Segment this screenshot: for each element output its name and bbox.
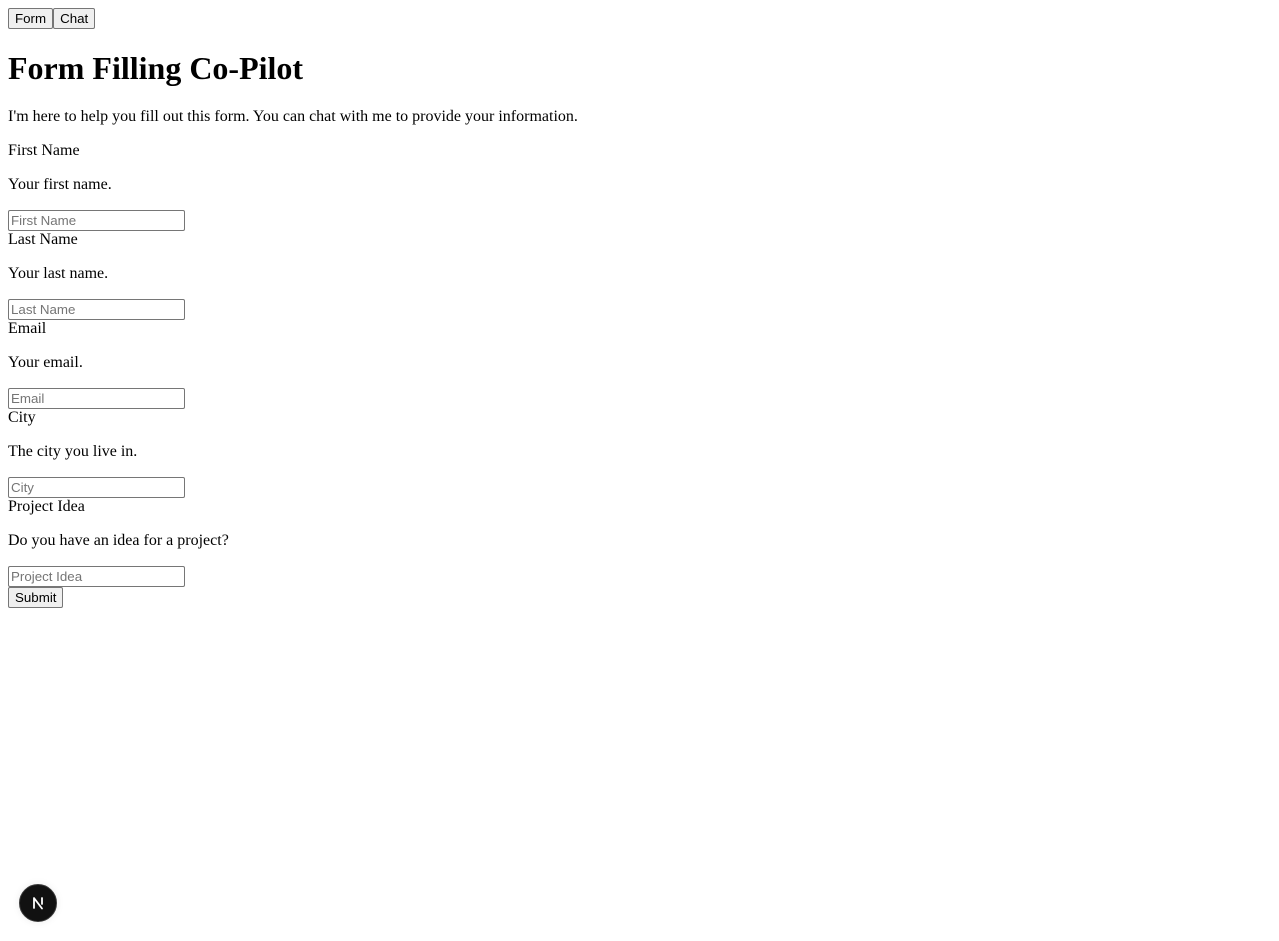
city-label: City [8,409,36,426]
project-idea-input[interactable] [8,566,185,587]
submit-button[interactable]: Submit [8,587,64,608]
page: Form Chat Form Filling Co-Pilot I'm here… [0,0,1279,941]
nextjs-dev-badge[interactable] [19,884,57,922]
email-label: Email [8,320,47,337]
first-name-description: Your first name. [8,176,112,193]
co-pilot-form: First Name Your first name. Last Name Yo… [8,142,1271,608]
email-input[interactable] [8,388,185,409]
last-name-description: Your last name. [8,265,109,282]
project-idea-description: Do you have an idea for a project? [8,532,229,549]
first-name-input[interactable] [8,210,185,231]
first-name-label: First Name [8,142,80,159]
last-name-label: Last Name [8,231,78,248]
city-description: The city you live in. [8,443,138,460]
page-title: Form Filling Co-Pilot [8,50,304,86]
nextjs-logo-icon [33,897,43,910]
tab-form[interactable]: Form [8,8,54,29]
project-idea-label: Project Idea [8,498,85,515]
email-description: Your email. [8,354,83,371]
last-name-input[interactable] [8,299,185,320]
intro-text: I'm here to help you fill out this form.… [8,108,578,125]
city-input[interactable] [8,477,185,498]
submit-row: Submit [8,587,1271,608]
tab-bar: Form Chat [8,8,1271,29]
tab-chat[interactable]: Chat [53,8,96,29]
